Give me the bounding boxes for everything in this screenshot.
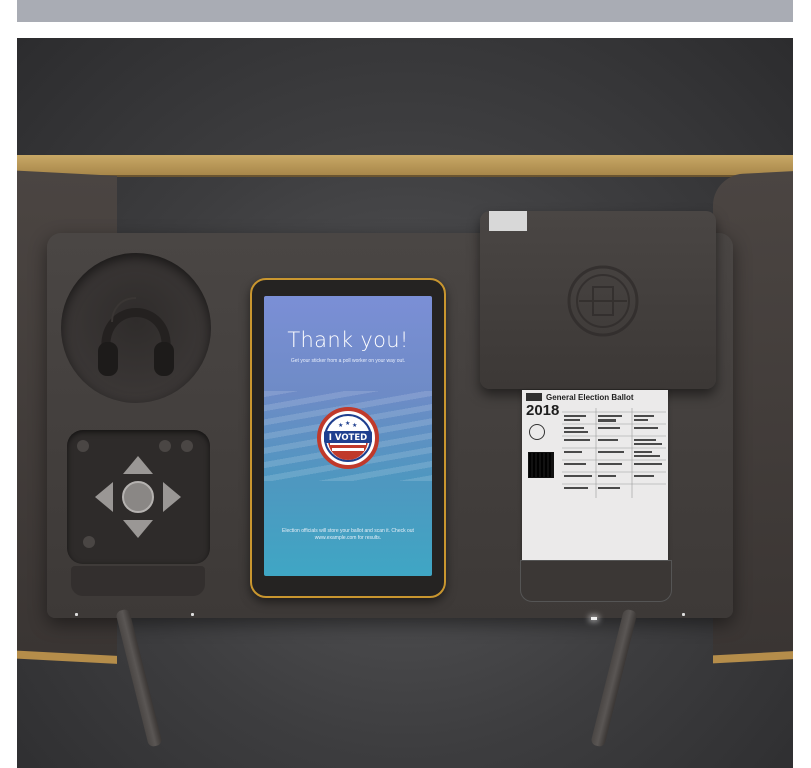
ballot-year: 2018 (526, 402, 560, 419)
status-light (591, 617, 597, 620)
top-bar (17, 0, 793, 22)
qr-code-icon (528, 452, 554, 478)
arrow-right-icon[interactable] (163, 482, 181, 512)
tablet-screen[interactable]: Thank you! Get your sticker from a poll … (264, 296, 432, 576)
voting-tablet: Thank you! Get your sticker from a poll … (250, 278, 446, 598)
ballot-title: General Election Ballot (546, 393, 634, 402)
headphones-icon[interactable] (92, 270, 180, 390)
arrow-up-icon[interactable] (123, 456, 153, 474)
select-button-icon[interactable] (122, 481, 154, 513)
volume-button[interactable] (77, 440, 89, 452)
speed-down-button[interactable] (159, 440, 171, 452)
ballot-contests (562, 408, 666, 498)
svg-text:★: ★ (352, 422, 357, 429)
right-leg (590, 608, 638, 748)
accessibility-keypad[interactable] (67, 430, 210, 564)
keypad-tray (71, 566, 205, 596)
thank-you-footer: Election officials will store your ballo… (282, 528, 414, 541)
paper-roll (489, 211, 527, 231)
ballot-seal-icon (529, 424, 545, 440)
svg-text:★: ★ (345, 420, 350, 427)
speed-up-button[interactable] (181, 440, 193, 452)
paper-ballot[interactable]: General Election Ballot 2018 (522, 390, 668, 560)
arrow-down-icon[interactable] (123, 520, 153, 538)
ballot-tray (520, 560, 672, 602)
booth-privacy-rim (17, 155, 793, 177)
i-voted-sticker-icon: I VOTED ★ ★ ★ (317, 407, 379, 469)
sticker-label: I VOTED (329, 433, 367, 443)
sensor-dot (191, 613, 194, 616)
thank-you-subtitle: Get your sticker from a poll worker on y… (290, 358, 406, 364)
ballot-logo (526, 393, 542, 401)
left-leg (115, 608, 163, 748)
voting-booth-photo: Thank you! Get your sticker from a poll … (17, 38, 793, 768)
thank-you-title: Thank you! (287, 328, 409, 352)
sensor-dot (75, 613, 78, 616)
arrow-left-icon[interactable] (95, 482, 113, 512)
seal-icon (567, 265, 639, 337)
svg-text:★: ★ (338, 422, 343, 429)
sensor-dot (682, 613, 685, 616)
help-button[interactable] (83, 536, 95, 548)
